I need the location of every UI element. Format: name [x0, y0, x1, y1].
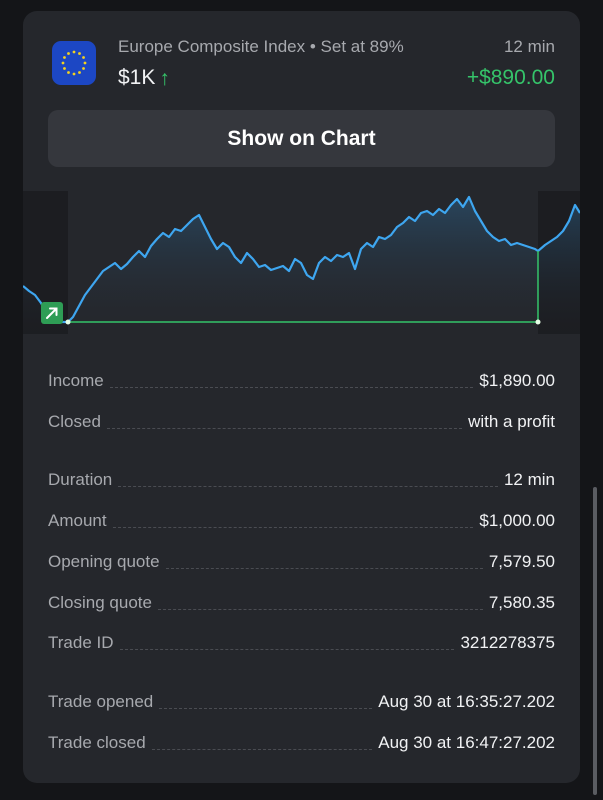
detail-leader	[119, 649, 455, 650]
detail-label: Duration	[48, 470, 113, 489]
detail-row-trade-closed: Trade closed Aug 30 at 16:47:27.202	[48, 729, 555, 753]
detail-label: Opening quote	[48, 552, 160, 571]
detail-value: 12 min	[503, 470, 555, 489]
asset-name: Europe Composite Index	[118, 37, 306, 56]
detail-row-amount: Amount $1,000.00	[48, 507, 555, 531]
detail-row-trade-opened: Trade opened Aug 30 at 16:35:27.202	[48, 688, 555, 712]
close-point	[535, 319, 541, 325]
detail-label: Trade opened	[48, 692, 154, 711]
detail-row-opening-quote: Opening quote 7,579.50	[48, 548, 555, 572]
open-point	[65, 319, 71, 325]
detail-row-trade-id: Trade ID 3212278375	[48, 629, 555, 653]
detail-leader	[159, 708, 373, 709]
detail-leader	[112, 527, 474, 528]
detail-value: Aug 30 at 16:35:27.202	[378, 692, 555, 711]
title-separator: •	[309, 37, 316, 56]
trade-amount: $1K	[118, 66, 156, 89]
entry-arrow-icon	[41, 302, 63, 324]
detail-value: $1,890.00	[479, 371, 555, 390]
detail-row-closed: Closed with a profit	[48, 408, 555, 432]
show-on-chart-button[interactable]: Show on Chart	[48, 110, 555, 167]
detail-label: Closing quote	[48, 593, 152, 612]
detail-value: Aug 30 at 16:47:27.202	[378, 733, 555, 752]
detail-row-duration: Duration 12 min	[48, 466, 555, 490]
detail-leader	[165, 568, 483, 569]
detail-leader	[106, 428, 463, 429]
trade-amount-block: $1K ↑	[118, 66, 170, 90]
detail-value: $1,000.00	[479, 511, 555, 530]
price-chart[interactable]	[23, 191, 580, 334]
detail-leader	[118, 486, 498, 487]
detail-leader	[109, 387, 474, 388]
detail-row-closing-quote: Closing quote 7,580.35	[48, 589, 555, 613]
payout-setting: Set at 89%	[320, 37, 404, 56]
detail-row-income: Income $1,890.00	[48, 367, 555, 391]
trade-duration: 12 min	[503, 37, 555, 56]
trade-card: Europe Composite Index • Set at 89% 12 m…	[23, 11, 580, 783]
detail-value: 7,579.50	[488, 552, 555, 571]
eu-flag-icon	[52, 41, 96, 85]
detail-value: with a profit	[468, 412, 555, 431]
detail-leader	[151, 749, 373, 750]
detail-label: Trade ID	[48, 633, 114, 652]
detail-label: Amount	[48, 511, 107, 530]
arrow-up-icon: ↑	[159, 66, 170, 90]
detail-label: Trade closed	[48, 733, 146, 752]
detail-label: Income	[48, 371, 104, 390]
detail-value: 7,580.35	[488, 593, 555, 612]
detail-value: 3212278375	[460, 633, 555, 652]
scrollbar[interactable]	[593, 487, 597, 795]
trade-profit: +$890.00	[466, 66, 555, 89]
asset-title: Europe Composite Index • Set at 89%	[118, 37, 404, 57]
detail-label: Closed	[48, 412, 101, 431]
detail-leader	[157, 609, 483, 610]
